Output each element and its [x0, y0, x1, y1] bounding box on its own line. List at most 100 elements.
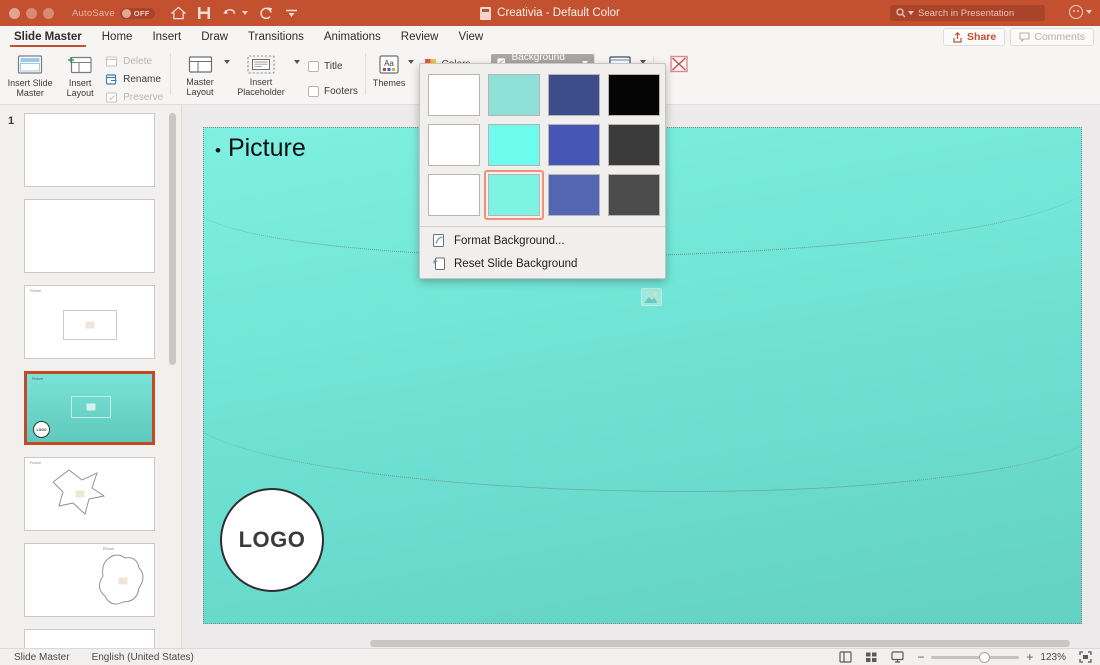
background-swatch-12[interactable]: [604, 170, 664, 220]
normal-view-icon[interactable]: [839, 651, 852, 663]
tab-draw[interactable]: Draw: [191, 26, 238, 48]
title-checkbox[interactable]: [308, 61, 319, 72]
search-input[interactable]: Search in Presentation: [890, 5, 1045, 21]
account-status-button[interactable]: [1069, 5, 1092, 19]
delete-icon: [105, 55, 118, 68]
thumbnail-layout-picture-blob[interactable]: Picture: [24, 543, 155, 617]
thumbnail-layout-picture-teal[interactable]: Picture LOGO: [24, 371, 155, 445]
insert-placeholder-button[interactable]: InsertPlaceholder: [230, 51, 292, 97]
thumbnail-layout-picture-star[interactable]: Picture: [24, 457, 155, 531]
picture-placeholder-title[interactable]: • Picture: [215, 134, 306, 163]
fit-slide-icon[interactable]: [1079, 651, 1092, 663]
maximize-window-button[interactable]: [43, 8, 54, 19]
background-swatch-7[interactable]: [544, 120, 604, 170]
themes-button[interactable]: Aa Themes: [373, 51, 406, 88]
close-window-button[interactable]: [9, 8, 20, 19]
background-swatch-5[interactable]: [424, 120, 484, 170]
tab-insert[interactable]: Insert: [142, 26, 191, 48]
title-checkbox-label: Title: [324, 61, 343, 72]
status-language[interactable]: English (United States): [92, 652, 194, 663]
picture-placeholder-text: Picture: [228, 134, 306, 163]
ribbon-actions: Share Comments: [943, 28, 1094, 46]
format-background-icon: [432, 233, 446, 248]
minimize-window-button[interactable]: [26, 8, 37, 19]
insert-slide-master-button[interactable]: Insert SlideMaster: [5, 51, 55, 98]
ribbon-divider: [365, 53, 366, 95]
home-icon[interactable]: [171, 6, 186, 20]
thumbnail-scrollbar[interactable]: [169, 113, 176, 365]
zoom-control[interactable]: − + 123%: [917, 650, 1066, 664]
background-styles-dropdown[interactable]: Format Background... Reset Slide Backgro…: [419, 63, 666, 279]
format-background-menu-item[interactable]: Format Background...: [420, 229, 665, 252]
thumbnail-layout-title[interactable]: [24, 199, 155, 273]
zoom-slider-handle[interactable]: [979, 652, 990, 663]
footers-checkbox[interactable]: [308, 86, 319, 97]
autosave-knob: [122, 9, 131, 18]
background-swatch-10-selected[interactable]: [484, 170, 544, 220]
insert-placeholder-dropdown[interactable]: [292, 51, 300, 64]
autosave-control[interactable]: AutoSave OFF: [72, 8, 155, 19]
close-master-view-button[interactable]: [661, 51, 697, 74]
slide-number: 1: [8, 115, 14, 127]
background-swatch-4[interactable]: [604, 70, 664, 120]
master-layout-dropdown[interactable]: [222, 51, 230, 64]
background-swatch-1[interactable]: [424, 70, 484, 120]
undo-icon[interactable]: [222, 6, 238, 20]
thumbnail-slide-master[interactable]: [24, 113, 155, 187]
logo-text: LOGO: [239, 527, 306, 553]
tab-animations[interactable]: Animations: [314, 26, 391, 48]
chevron-down-icon[interactable]: [1086, 10, 1092, 14]
themes-dropdown[interactable]: [406, 51, 414, 64]
footers-checkbox-label: Footers: [324, 86, 358, 97]
tab-home[interactable]: Home: [92, 26, 143, 48]
image-placeholder-icon[interactable]: [641, 288, 662, 306]
thumbnail-layout-four-pictures[interactable]: Picture Picture Picture Picture: [24, 629, 155, 648]
tab-label: Animations: [324, 31, 381, 43]
footers-checkbox-row[interactable]: Footers: [308, 84, 358, 99]
background-swatch-9[interactable]: [424, 170, 484, 220]
insert-layout-button[interactable]: InsertLayout: [55, 51, 105, 98]
master-layout-button[interactable]: MasterLayout: [178, 51, 222, 97]
delete-master-button[interactable]: Delete: [105, 54, 163, 69]
comments-button[interactable]: Comments: [1010, 28, 1094, 46]
search-scope-caret-icon[interactable]: [908, 11, 914, 15]
slide-sorter-icon[interactable]: [865, 651, 878, 663]
tab-view[interactable]: View: [448, 26, 493, 48]
horizontal-scrollbar[interactable]: [364, 640, 1100, 647]
delete-label: Delete: [123, 56, 152, 67]
background-swatch-8[interactable]: [604, 120, 664, 170]
master-edit-commands: Delete Rename Preserve: [105, 51, 163, 105]
zoom-percentage[interactable]: 123%: [1040, 652, 1066, 663]
background-swatch-3[interactable]: [544, 70, 604, 120]
title-checkbox-row[interactable]: Title: [308, 59, 358, 74]
undo-dropdown-icon[interactable]: [242, 11, 248, 15]
tab-transitions[interactable]: Transitions: [238, 26, 314, 48]
background-swatch-2[interactable]: [484, 70, 544, 120]
preserve-label: Preserve: [123, 92, 163, 103]
presenter-view-icon[interactable]: [891, 651, 904, 663]
blob-shape-icon: [25, 544, 155, 617]
autosave-toggle[interactable]: OFF: [120, 8, 155, 19]
logo-shape[interactable]: LOGO: [220, 488, 324, 592]
background-swatch-11[interactable]: [544, 170, 604, 220]
share-button[interactable]: Share: [943, 28, 1005, 46]
reset-slide-background-menu-item[interactable]: Reset Slide Background: [420, 252, 665, 278]
window-controls[interactable]: [9, 8, 54, 19]
slide-thumbnail-panel[interactable]: 1 Picture Picture LOGO Picture: [0, 105, 182, 648]
preserve-master-button[interactable]: Preserve: [105, 90, 163, 105]
reset-slide-background-label: Reset Slide Background: [454, 258, 577, 270]
background-swatch-6[interactable]: [484, 120, 544, 170]
save-icon[interactable]: [197, 6, 211, 20]
zoom-slider[interactable]: [931, 656, 1019, 659]
rename-master-button[interactable]: Rename: [105, 72, 163, 87]
search-icon: [896, 8, 906, 18]
redo-icon[interactable]: [259, 6, 274, 20]
zoom-out-button[interactable]: −: [917, 650, 924, 664]
thumbnail-layout-picture-center[interactable]: Picture: [24, 285, 155, 359]
thumbnail-placeholder: [112, 575, 134, 587]
tab-slide-master[interactable]: Slide Master: [4, 26, 92, 48]
tab-review[interactable]: Review: [391, 26, 449, 48]
zoom-in-button[interactable]: +: [1026, 650, 1033, 664]
svg-text:Aa: Aa: [384, 59, 394, 68]
customize-toolbar-icon[interactable]: [285, 7, 298, 19]
